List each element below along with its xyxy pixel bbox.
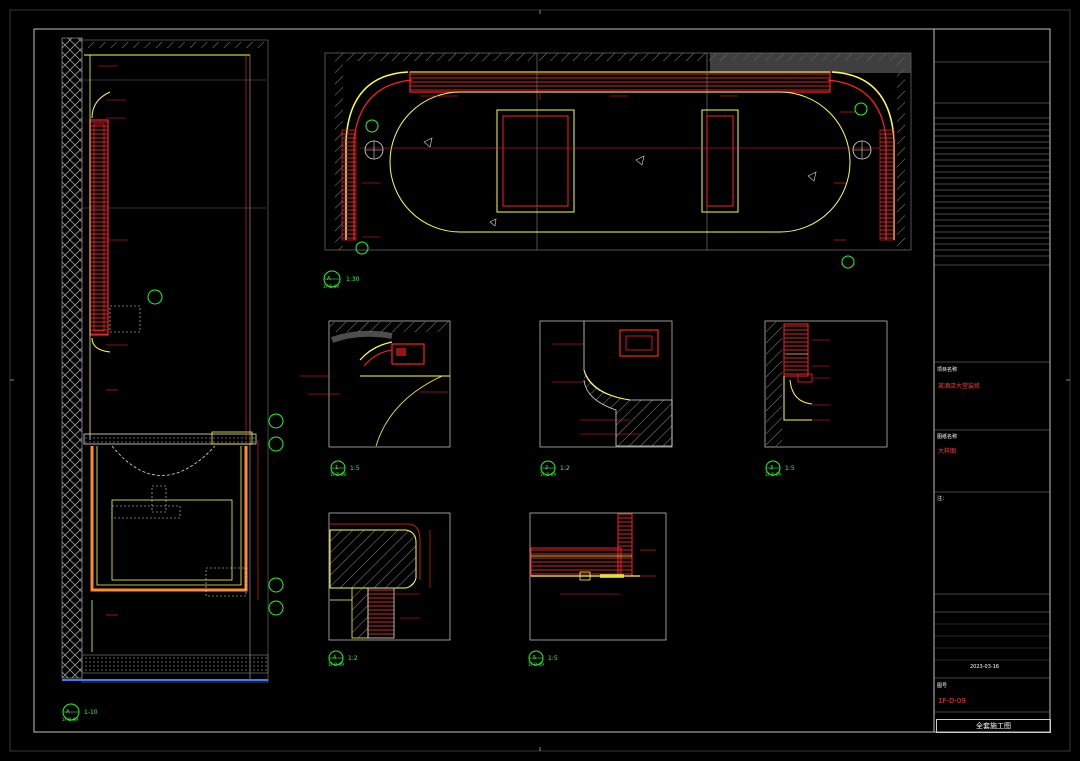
detail-5-sheet: 1F-D-09: [528, 662, 544, 667]
callout-circle: [355, 241, 369, 255]
view-2-tag: A: [327, 276, 331, 282]
callout-circle: [365, 119, 379, 133]
date-value: 2023-03-16: [970, 664, 1000, 670]
detail-4-sheet: 1F-D-09: [328, 662, 344, 667]
cad-drawing-sheet: [9, 9, 1071, 752]
detail-4: [328, 512, 451, 666]
sheet-label: 图号: [937, 683, 948, 689]
detail-2-sheet: 1F-D-09: [540, 472, 556, 477]
view-1-tag: A: [66, 709, 70, 715]
project-label: 项目名称: [937, 367, 958, 373]
detail-5: [528, 512, 667, 666]
top-plan-view: [324, 52, 912, 269]
title-block: [933, 29, 1050, 732]
bottom-title: 全套施工图: [936, 719, 1051, 733]
detail-2-caption: 1:2: [560, 465, 570, 472]
callout-circle: [147, 289, 163, 305]
detail-5-caption: 1:5: [548, 655, 558, 662]
detail-2: [539, 320, 673, 476]
detail-1-caption: 1:5: [350, 465, 360, 472]
callout-circle: [268, 413, 284, 429]
notes-label: 注：: [937, 496, 948, 502]
drawing-name: 大样图: [938, 448, 957, 455]
drawing-label: 图纸名称: [937, 434, 958, 440]
left-section-view: [61, 37, 284, 683]
callout-circle: [841, 255, 855, 269]
detail-4-caption: 1:2: [348, 655, 358, 662]
detail-1: [300, 320, 451, 476]
detail-1-sheet: 1F-D-09: [330, 472, 346, 477]
view-1-sheet: 1F-D-09: [62, 717, 78, 722]
view-1-caption: 1-10: [84, 709, 98, 716]
view-2-sheet: 1F-D-09: [323, 284, 339, 289]
detail-3-sheet: 1F-D-09: [765, 472, 781, 477]
drawing-number: 1F-D-09: [938, 697, 966, 705]
view-2-caption: 1:30: [346, 276, 360, 283]
detail-3: [764, 320, 888, 476]
callout-circle: [268, 436, 284, 452]
callout-circle: [854, 102, 868, 116]
project-name: 某酒店大堂装修: [938, 383, 981, 390]
detail-3-caption: 1:5: [785, 465, 795, 472]
callout-circle: [268, 600, 284, 616]
callout-circle: [268, 577, 284, 593]
